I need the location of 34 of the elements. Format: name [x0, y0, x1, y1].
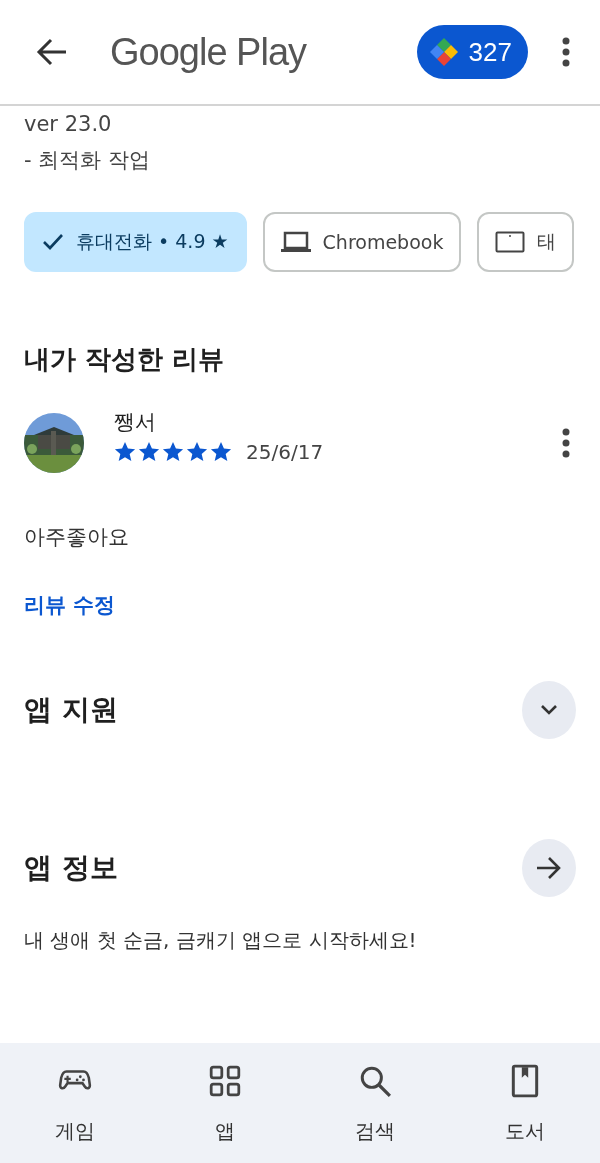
nav-tab[interactable]: 검색 [300, 1043, 450, 1163]
nav-tab[interactable]: 게임 [0, 1043, 150, 1163]
star-icon [162, 441, 184, 463]
back-arrow-icon [36, 38, 68, 66]
nav-tab[interactable]: 앱 [150, 1043, 300, 1163]
section-heading: 앱 정보 [24, 850, 118, 886]
review-text: 아주좋아요 [24, 524, 130, 551]
reviewer-name: 쨍서 [114, 409, 157, 436]
section-heading: 앱 지원 [24, 692, 118, 728]
points-badge[interactable]: 327 [416, 25, 528, 79]
app-description: 내 생애 첫 순금, 금캐기 앱으로 시작하세요! [24, 927, 418, 954]
grid-icon [208, 1063, 242, 1098]
app-store-title: Google Play [110, 30, 308, 74]
edit-review-link[interactable]: 리뷰 수정 [24, 591, 116, 619]
device-filter-chip[interactable]: Chromebook [262, 212, 462, 272]
star-icon [114, 441, 136, 463]
device-filter-chip[interactable]: 태 [477, 212, 575, 272]
arrow-right-icon [536, 857, 562, 879]
release-note: ver 23.0 [24, 111, 113, 138]
release-note: - 최적화 작업 [24, 147, 151, 174]
tablet-icon [495, 231, 526, 253]
more-icon [562, 37, 570, 67]
diamond-icon [428, 37, 459, 67]
device-filter-chip[interactable]: 휴대전화 • 4.9 ★ [24, 212, 247, 272]
review-date: 25/6/17 [246, 440, 324, 464]
laptop-icon [280, 231, 311, 253]
star-icon [138, 441, 160, 463]
section-heading: 내가 작성한 리뷰 [24, 343, 226, 376]
star-icon [186, 441, 208, 463]
star-icon [210, 441, 232, 463]
nav-tab[interactable]: 도서 [450, 1043, 600, 1163]
more-icon [562, 428, 570, 458]
check-icon [42, 233, 64, 251]
chevron-down-icon [540, 704, 558, 716]
